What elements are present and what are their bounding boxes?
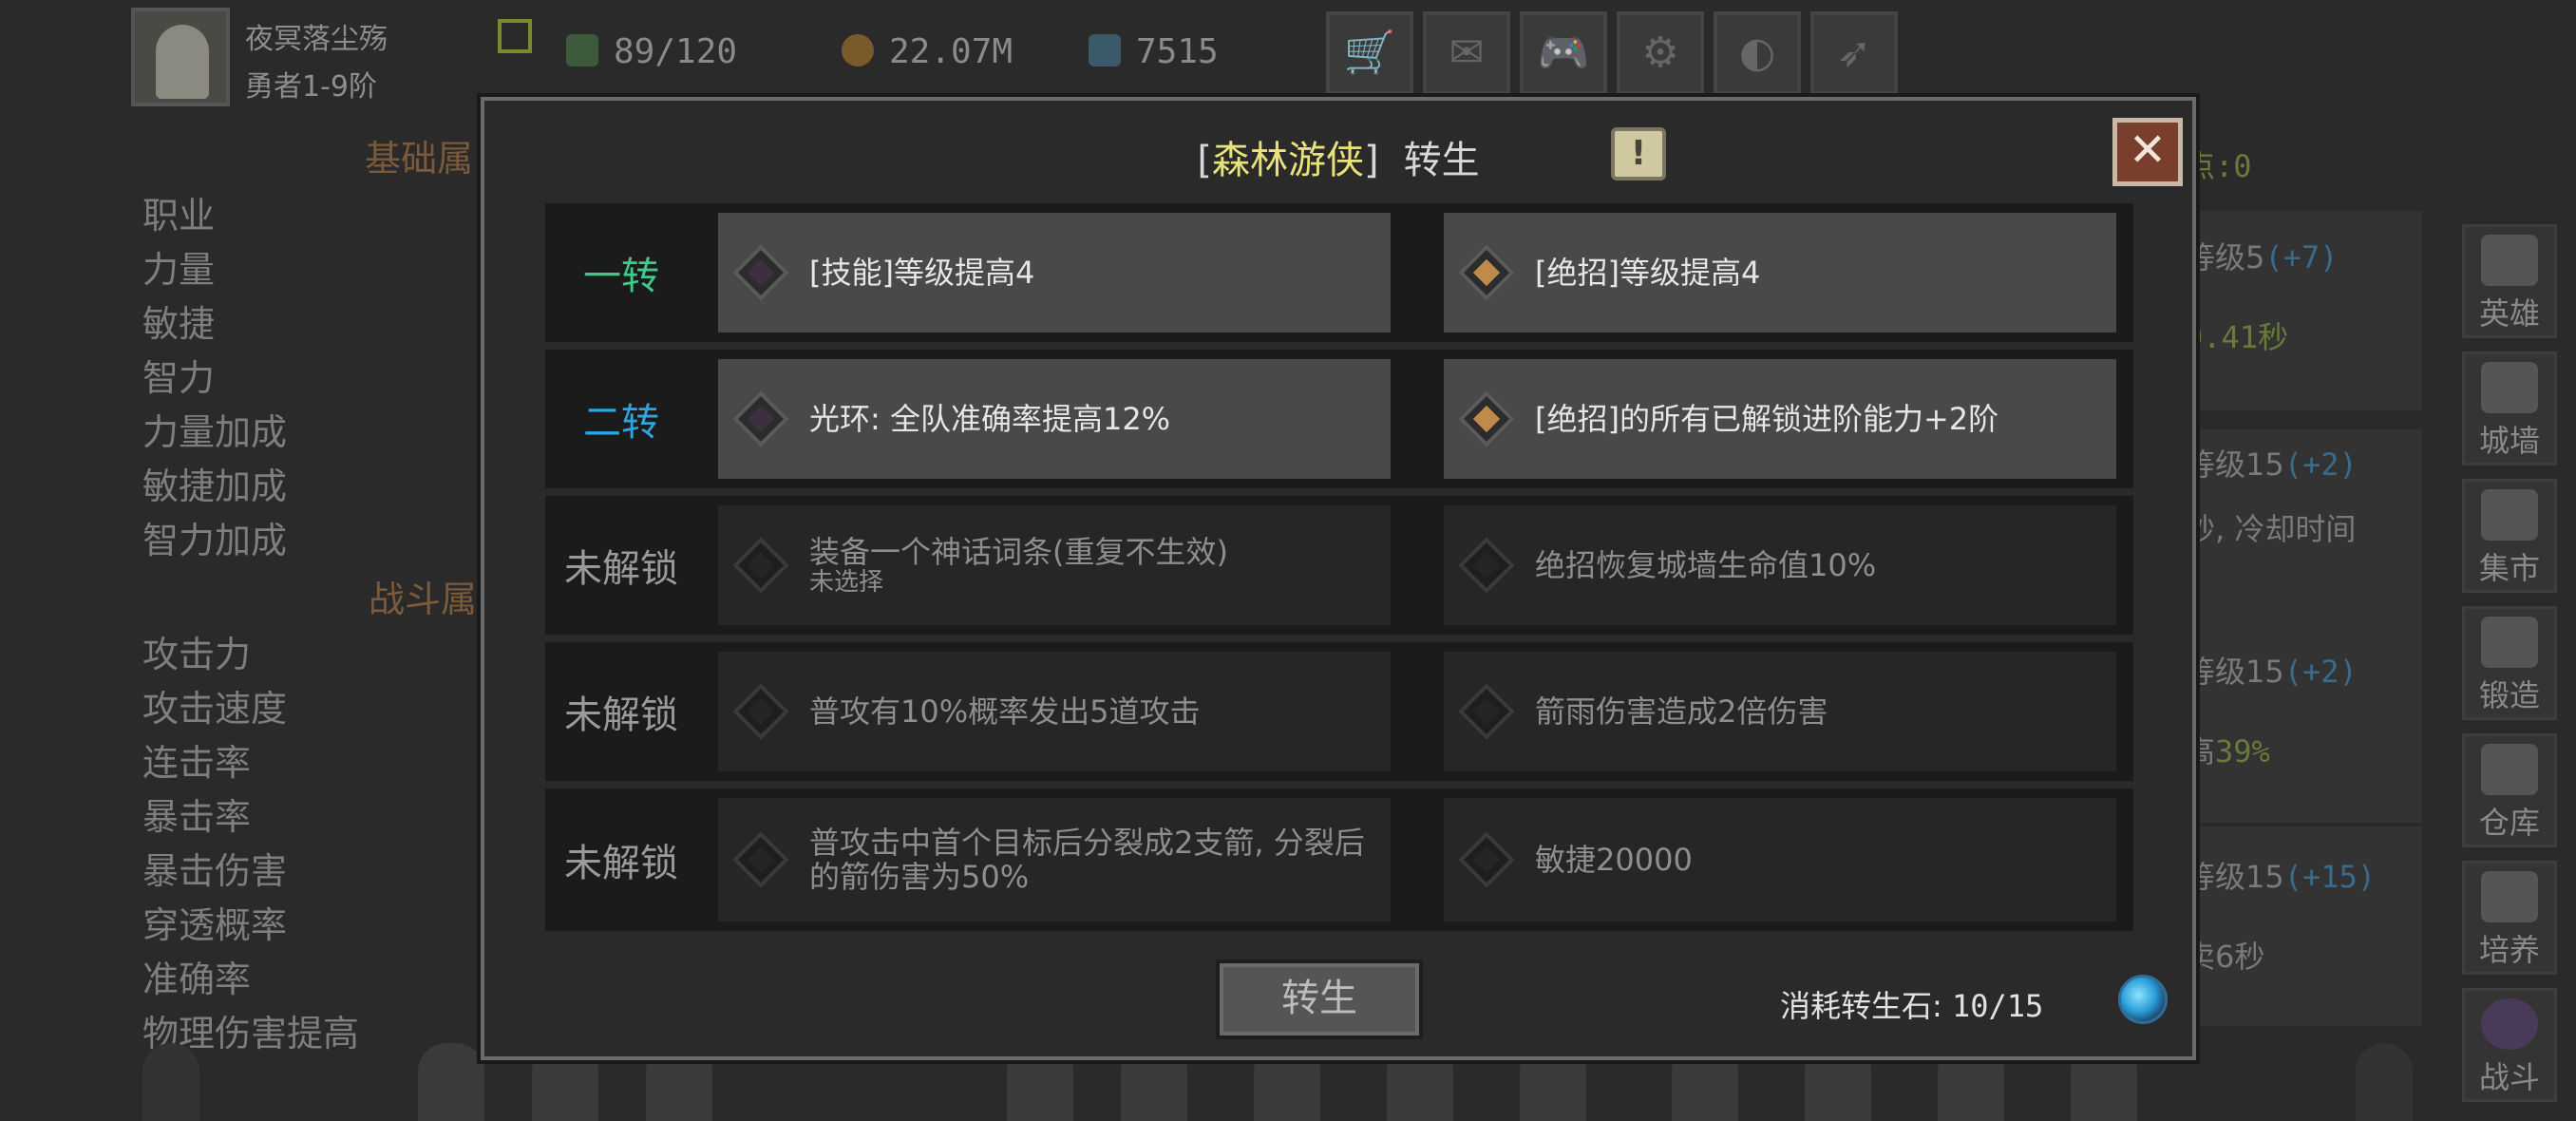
diamond-icon	[1458, 390, 1515, 447]
stage-label: 一转	[583, 255, 659, 298]
option-text: [绝招]等级提高4	[1535, 255, 1761, 291]
rebirth-cost: 消耗转生石: 10/15	[1780, 982, 2043, 1026]
option-text: [技能]等级提高4	[809, 255, 1035, 291]
option-text: 装备一个神话词条(重复不生效) 未选择	[809, 535, 1377, 596]
diamond-icon	[1458, 244, 1515, 301]
stage-label: 未解锁	[564, 547, 678, 591]
rebirth-row-2: 二转 光环: 全队准确率提高12% [绝招]的所有已解锁进阶能力+2阶	[545, 350, 2133, 488]
rebirth-option[interactable]: [绝招]等级提高4	[1444, 213, 2116, 332]
rebirth-option[interactable]: [绝招]的所有已解锁进阶能力+2阶	[1444, 359, 2116, 479]
rebirth-dialog: [森林游侠]转生 ✕ 一转 [技能]等级提高4 [绝招]等级提高4 二转 光环:…	[481, 97, 2196, 1060]
rebirth-option[interactable]: 绝招恢复城墙生命值10%	[1444, 505, 2116, 625]
rebirth-button[interactable]: 转生	[1220, 963, 1419, 1036]
cost-label: 消耗转生石:	[1780, 988, 1942, 1024]
option-text: 敏捷20000	[1535, 842, 1693, 878]
option-subtext: 未选择	[809, 568, 884, 597]
rebirth-option[interactable]: 装备一个神话词条(重复不生效) 未选择	[718, 505, 1391, 625]
diamond-icon	[732, 244, 789, 301]
rebirth-row-1: 一转 [技能]等级提高4 [绝招]等级提高4	[545, 203, 2133, 342]
diamond-icon	[732, 537, 789, 594]
close-icon: ✕	[2128, 124, 2168, 177]
dialog-title: [森林游侠] 转生	[1197, 139, 1480, 182]
diamond-icon	[732, 683, 789, 740]
rebirth-option[interactable]: [技能]等级提高4	[718, 213, 1391, 332]
diamond-icon	[732, 831, 789, 888]
option-text: 普攻有10%概率发出5道攻击	[809, 694, 1201, 730]
diamond-icon	[1458, 831, 1515, 888]
rebirth-row-4: 未解锁 普攻有10%概率发出5道攻击 箭雨伤害造成2倍伤害	[545, 642, 2133, 781]
diamond-icon	[1458, 683, 1515, 740]
option-text: 光环: 全队准确率提高12%	[809, 401, 1171, 437]
diamond-icon	[1458, 537, 1515, 594]
rebirth-option[interactable]: 普攻击中首个目标后分裂成2支箭, 分裂后的箭伤害为50%	[718, 798, 1391, 922]
rebirth-stone-icon	[2118, 975, 2168, 1024]
stage-label: 二转	[583, 401, 659, 445]
info-icon[interactable]	[1611, 127, 1666, 180]
rebirth-option[interactable]: 敏捷20000	[1444, 798, 2116, 922]
rebirth-option[interactable]: 箭雨伤害造成2倍伤害	[1444, 652, 2116, 771]
close-button[interactable]: ✕	[2112, 118, 2183, 186]
option-text: 箭雨伤害造成2倍伤害	[1535, 694, 1828, 730]
class-name: 森林游侠	[1212, 139, 1364, 182]
rebirth-row-5: 未解锁 普攻击中首个目标后分裂成2支箭, 分裂后的箭伤害为50% 敏捷20000	[545, 788, 2133, 931]
option-text: 绝招恢复城墙生命值10%	[1535, 547, 1877, 583]
rebirth-option[interactable]: 光环: 全队准确率提高12%	[718, 359, 1391, 479]
cost-value: 10/15	[1951, 988, 2044, 1024]
rebirth-option[interactable]: 普攻有10%概率发出5道攻击	[718, 652, 1391, 771]
stage-label: 未解锁	[564, 694, 678, 737]
diamond-icon	[732, 390, 789, 447]
option-text: 普攻击中首个目标后分裂成2支箭, 分裂后的箭伤害为50%	[809, 825, 1365, 895]
title-suffix: 转生	[1403, 139, 1480, 182]
stage-label: 未解锁	[564, 842, 678, 885]
rebirth-row-3: 未解锁 装备一个神话词条(重复不生效) 未选择 绝招恢复城墙生命值10%	[545, 496, 2133, 635]
option-text: [绝招]的所有已解锁进阶能力+2阶	[1535, 401, 1999, 437]
